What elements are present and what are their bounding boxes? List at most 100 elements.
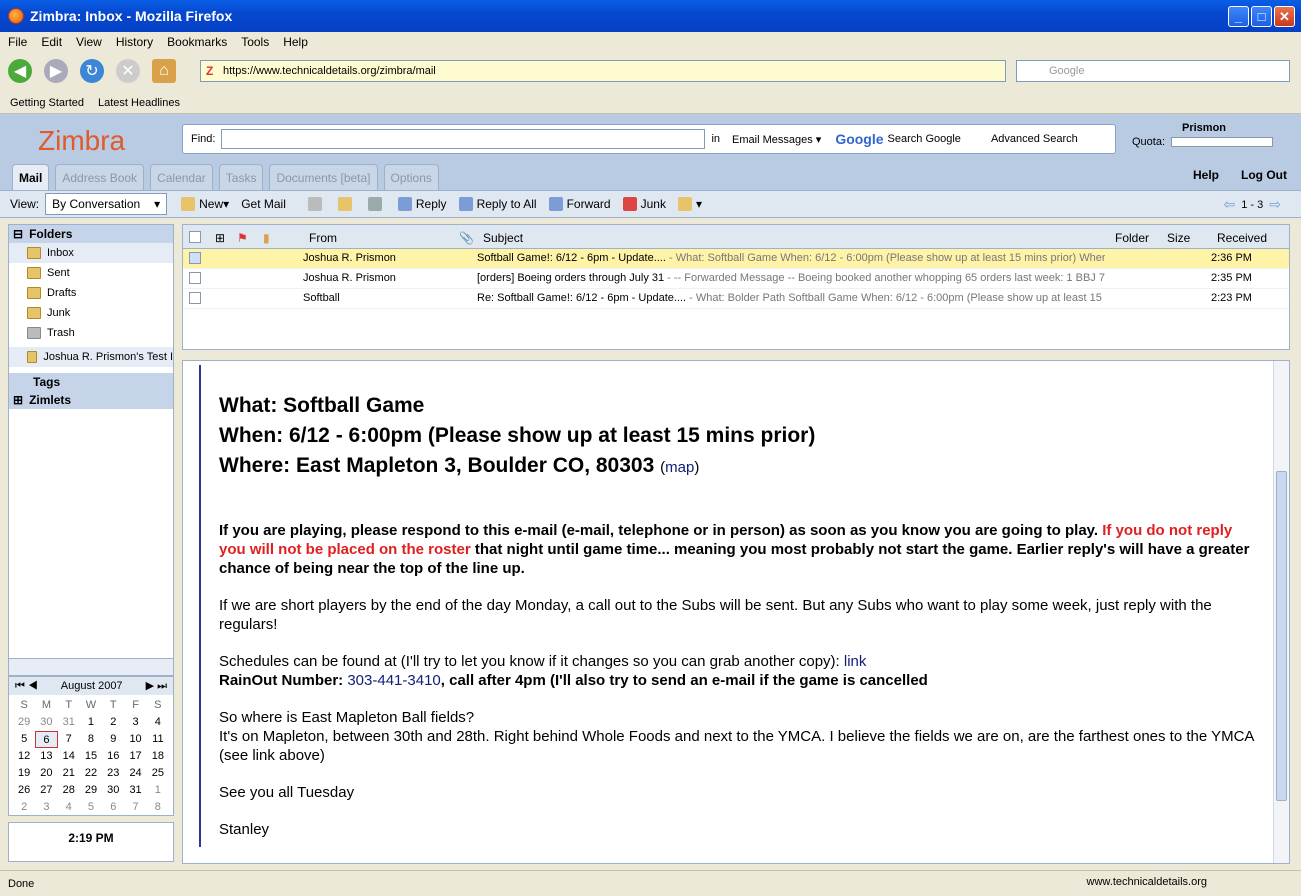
calendar-day[interactable]: 2 [13,799,35,816]
calendar-day[interactable]: 17 [124,748,146,765]
col-from[interactable]: From [309,231,337,245]
calendar-day[interactable]: 10 [124,731,146,748]
new-button[interactable]: New ▾ [181,197,229,211]
calendar-day[interactable]: 5 [13,731,35,748]
calendar-day[interactable]: 13 [35,748,57,765]
calendar-day[interactable]: 4 [147,714,169,731]
calendar-day[interactable]: 8 [80,731,102,748]
menu-history[interactable]: History [116,35,153,49]
calendar-day[interactable]: 20 [35,765,57,782]
calendar-day[interactable]: 11 [147,731,169,748]
delete-button[interactable] [307,197,326,211]
calendar-day[interactable]: 1 [147,782,169,799]
print-button[interactable] [367,197,386,211]
scroll-thumb[interactable] [1276,471,1287,801]
prev-page-icon[interactable]: ⇦ [1224,196,1236,213]
folder-shared[interactable]: Joshua R. Prismon's Test I [9,347,173,367]
tab-options[interactable]: Options [383,164,439,190]
reading-pane-scrollbar[interactable] [1273,361,1289,863]
zimlets-header[interactable]: ⊞ Zimlets [9,391,173,409]
calendar-day[interactable]: 9 [102,731,124,748]
row-checkbox[interactable] [189,252,201,264]
prev-year-icon[interactable]: ⏮ ◀ [15,680,38,693]
menu-help[interactable]: Help [283,35,308,49]
calendar-day[interactable]: 25 [147,765,169,782]
tab-address-book[interactable]: Address Book [55,164,145,190]
col-received[interactable]: Received [1217,231,1267,245]
col-folder[interactable]: Folder [1115,231,1149,245]
stop-icon[interactable]: ✕ [116,59,140,83]
calendar-day[interactable]: 3 [35,799,57,816]
col-size[interactable]: Size [1167,231,1190,245]
next-page-icon[interactable]: ⇨ [1269,196,1281,213]
close-button[interactable]: ✕ [1274,6,1295,27]
schedule-link[interactable]: link [844,653,867,670]
tags-header[interactable]: Tags [9,373,173,391]
flag-col-icon[interactable]: ⚑ [237,231,248,245]
forward-icon[interactable]: ▶ [44,59,68,83]
back-icon[interactable]: ◀ [8,59,32,83]
folders-header[interactable]: ⊟ Folders [9,225,173,243]
calendar-day[interactable]: 31 [58,714,80,731]
menu-tools[interactable]: Tools [241,35,269,49]
calendar-day[interactable]: 31 [124,782,146,799]
folder-sent[interactable]: Sent [9,263,173,283]
help-link[interactable]: Help [1193,168,1219,182]
calendar-day[interactable]: 8 [147,799,169,816]
calendar-day[interactable]: 26 [13,782,35,799]
calendar-day[interactable]: 5 [80,799,102,816]
tab-mail[interactable]: Mail [12,164,50,190]
tab-documents[interactable]: Documents [beta] [269,164,378,190]
calendar-day[interactable]: 4 [58,799,80,816]
calendar-day[interactable]: 18 [147,748,169,765]
attachment-col-icon[interactable]: 📎 [459,231,474,245]
view-select[interactable]: By Conversation ▾ [45,193,168,215]
table-row[interactable]: Joshua R. Prismon [orders] Boeing orders… [183,269,1289,289]
get-mail-button[interactable]: Get Mail [241,197,286,211]
calendar-day[interactable]: 27 [35,782,57,799]
search-scope-dropdown[interactable]: Email Messages ▾ [732,133,821,146]
tag-button[interactable]: ▾ [677,197,702,211]
calendar-day[interactable]: 23 [102,765,124,782]
map-link[interactable]: map [665,459,694,476]
row-checkbox[interactable] [189,272,201,284]
calendar-day[interactable]: 19 [13,765,35,782]
calendar-day[interactable]: 15 [80,748,102,765]
table-row[interactable]: Softball Re: Softball Game!: 6/12 - 6pm … [183,289,1289,309]
calendar-day[interactable]: 30 [35,714,57,731]
folder-junk[interactable]: Junk [9,303,173,323]
url-bar[interactable]: Z https://www.technicaldetails.org/zimbr… [200,60,1006,82]
reload-icon[interactable]: ↻ [80,59,104,83]
home-icon[interactable]: ⌂ [152,59,176,83]
calendar-day[interactable]: 22 [80,765,102,782]
calendar-day[interactable]: 7 [124,799,146,816]
menu-file[interactable]: File [8,35,27,49]
col-subject[interactable]: Subject [483,231,523,245]
advanced-search-button[interactable]: Advanced Search [991,133,1078,145]
select-all-checkbox[interactable] [189,231,201,243]
folder-trash[interactable]: Trash [9,323,173,343]
rainout-number-link[interactable]: 303-441-3410 [347,672,440,689]
row-checkbox[interactable] [189,292,201,304]
calendar-day[interactable]: 6 [102,799,124,816]
calendar-day[interactable]: 1 [80,714,102,731]
logout-link[interactable]: Log Out [1241,168,1287,182]
move-button[interactable] [337,197,356,211]
menu-edit[interactable]: Edit [41,35,62,49]
calendar-day[interactable]: 2 [102,714,124,731]
calendar-day[interactable]: 29 [80,782,102,799]
menu-view[interactable]: View [76,35,102,49]
calendar-day[interactable]: 12 [13,748,35,765]
sidebar-horizontal-scrollbar[interactable] [8,658,174,676]
reply-all-button[interactable]: Reply to All [458,197,537,211]
expand-col-icon[interactable]: ⊞ [215,231,225,245]
bookmark-latest-headlines[interactable]: Latest Headlines [98,97,180,109]
priority-col-icon[interactable]: ▮ [263,231,270,245]
minimize-button[interactable]: _ [1228,6,1249,27]
calendar-day[interactable]: 14 [58,748,80,765]
calendar-day[interactable]: 28 [58,782,80,799]
calendar-day[interactable]: 29 [13,714,35,731]
maximize-button[interactable]: □ [1251,6,1272,27]
forward-button[interactable]: Forward [548,197,611,211]
bookmark-getting-started[interactable]: Getting Started [10,97,84,109]
